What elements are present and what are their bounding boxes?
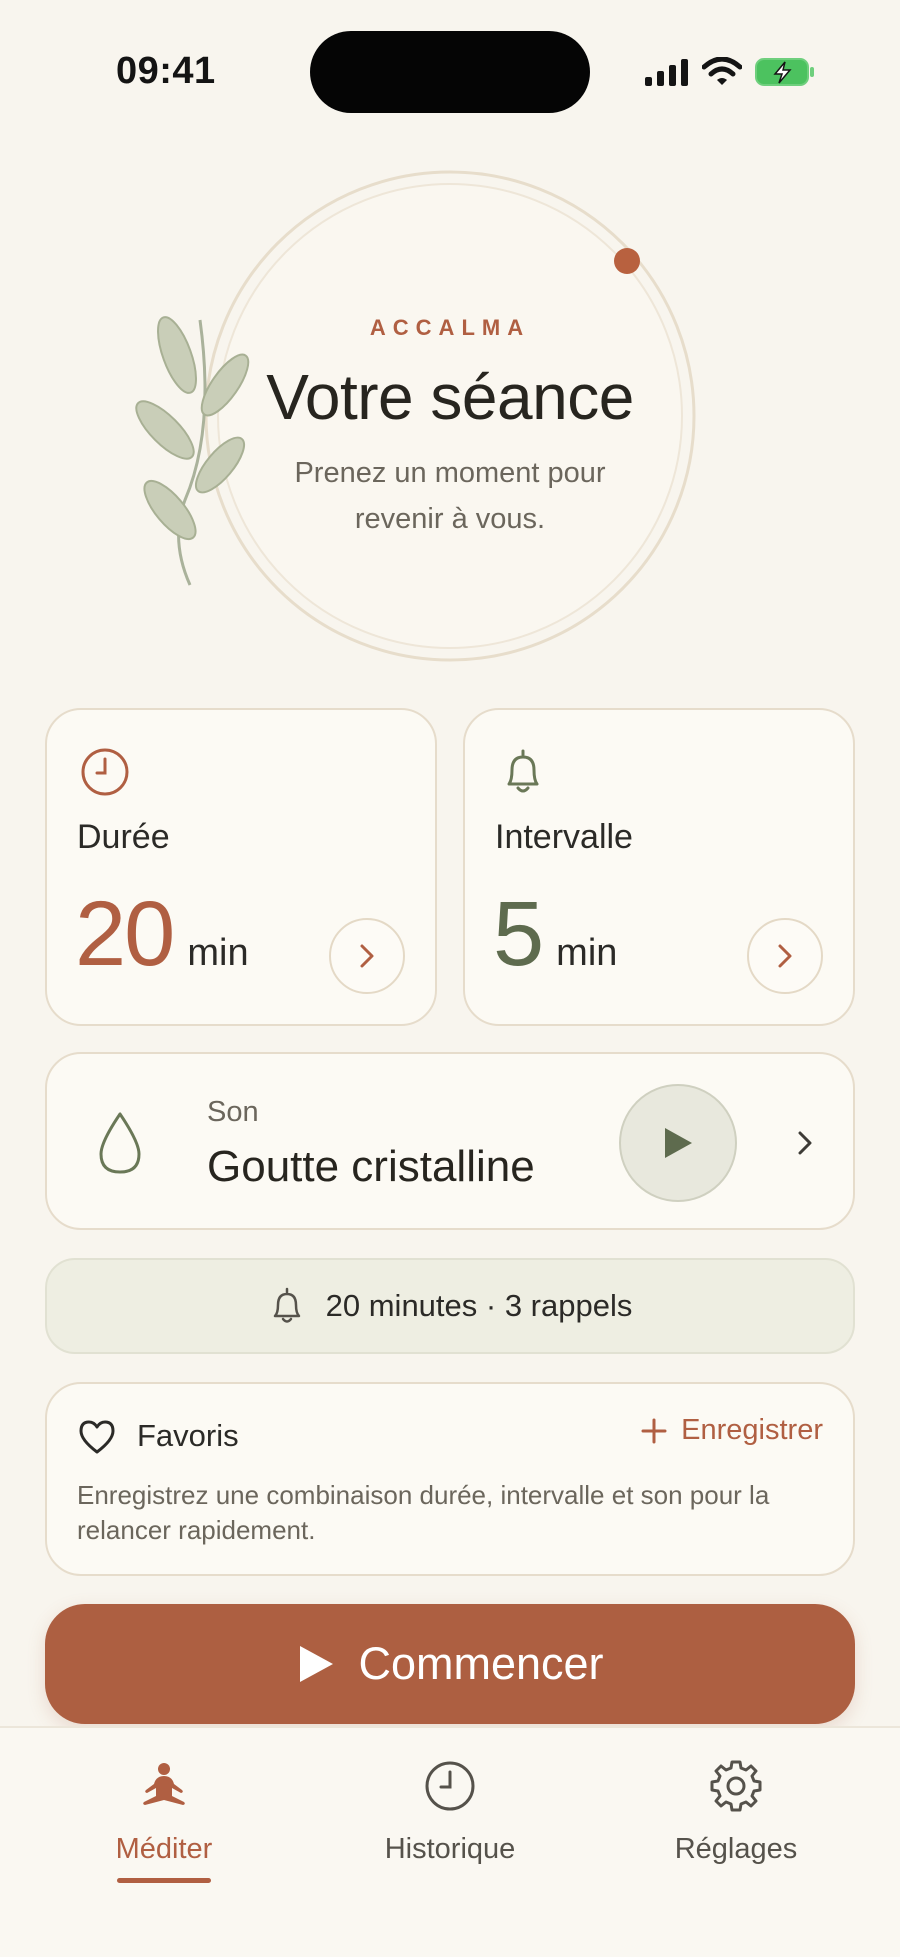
chevron-right-icon [798,1131,812,1155]
heart-icon [79,1420,115,1454]
duration-value: 20 min [75,888,249,980]
summary-text: 20 minutes · 3 rappels [325,1288,633,1323]
hero-section: ACCALMA Votre séance Prenez un moment po… [0,150,900,690]
status-time: 09:41 [116,50,216,92]
status-icons [644,56,816,88]
sound-card[interactable]: Son Goutte cristalline [45,1052,855,1230]
start-label: Commencer [358,1638,604,1689]
save-favorite-button[interactable]: Enregistrer [641,1414,823,1447]
interval-card[interactable]: Intervalle 5 min [463,708,855,1026]
tab-label: Méditer [115,1833,213,1865]
play-icon [300,1646,334,1682]
interval-value: 5 min [493,888,617,980]
interval-number: 5 [493,883,544,985]
active-tab-indicator [117,1878,211,1883]
chevron-right-icon [360,944,374,968]
clock-icon [81,748,129,796]
duration-card[interactable]: Durée 20 min [45,708,437,1026]
chevron-right-icon [778,944,792,968]
page-title: Votre séance [266,361,634,433]
tab-bar: Méditer Historique Réglages [0,1726,900,1957]
history-clock-icon [425,1761,475,1811]
dynamic-island [310,31,590,113]
interval-unit: min [556,932,618,974]
tab-reglages[interactable]: Réglages [626,1758,846,1866]
sound-name: Goutte cristalline [207,1142,535,1191]
play-icon [665,1128,692,1158]
save-favorite-label: Enregistrer [681,1414,823,1446]
favorites-description: Enregistrez une combinaison durée, inter… [77,1480,770,1545]
favorites-card: Favoris Enregistrer Enregistrez une comb… [45,1382,855,1576]
tab-label: Historique [384,1833,516,1865]
gear-icon [710,1760,762,1812]
wifi-icon [702,57,742,85]
duration-chevron-button[interactable] [329,918,405,994]
leaf-decoration [135,316,250,586]
battery-charging-icon [755,58,814,86]
status-bar: 09:41 [0,0,900,140]
drop-icon [99,1112,141,1174]
bell-icon [273,1287,300,1323]
page-subtitle: Prenez un moment pour revenir à vous. [294,457,606,535]
session-summary: 20 minutes · 3 rappels [45,1258,855,1354]
tab-historique[interactable]: Historique [340,1758,560,1866]
duration-unit: min [187,932,249,974]
duration-label: Durée [77,818,170,856]
tab-label: Réglages [674,1833,798,1865]
cellular-signal-icon [645,59,688,86]
brand-name: ACCALMA [369,315,531,340]
duration-number: 20 [75,883,175,985]
start-button[interactable]: Commencer [45,1604,855,1724]
plus-icon [641,1418,667,1443]
tab-mediter[interactable]: Méditer [54,1758,274,1883]
sound-caption: Son [207,1096,259,1128]
bell-icon [507,749,539,793]
interval-label: Intervalle [495,818,633,856]
interval-chevron-button[interactable] [747,918,823,994]
sound-chevron-button[interactable] [785,1120,825,1166]
meditation-icon [143,1763,185,1805]
sound-preview-play-button[interactable] [619,1084,737,1202]
favorites-title: Favoris [137,1418,239,1453]
